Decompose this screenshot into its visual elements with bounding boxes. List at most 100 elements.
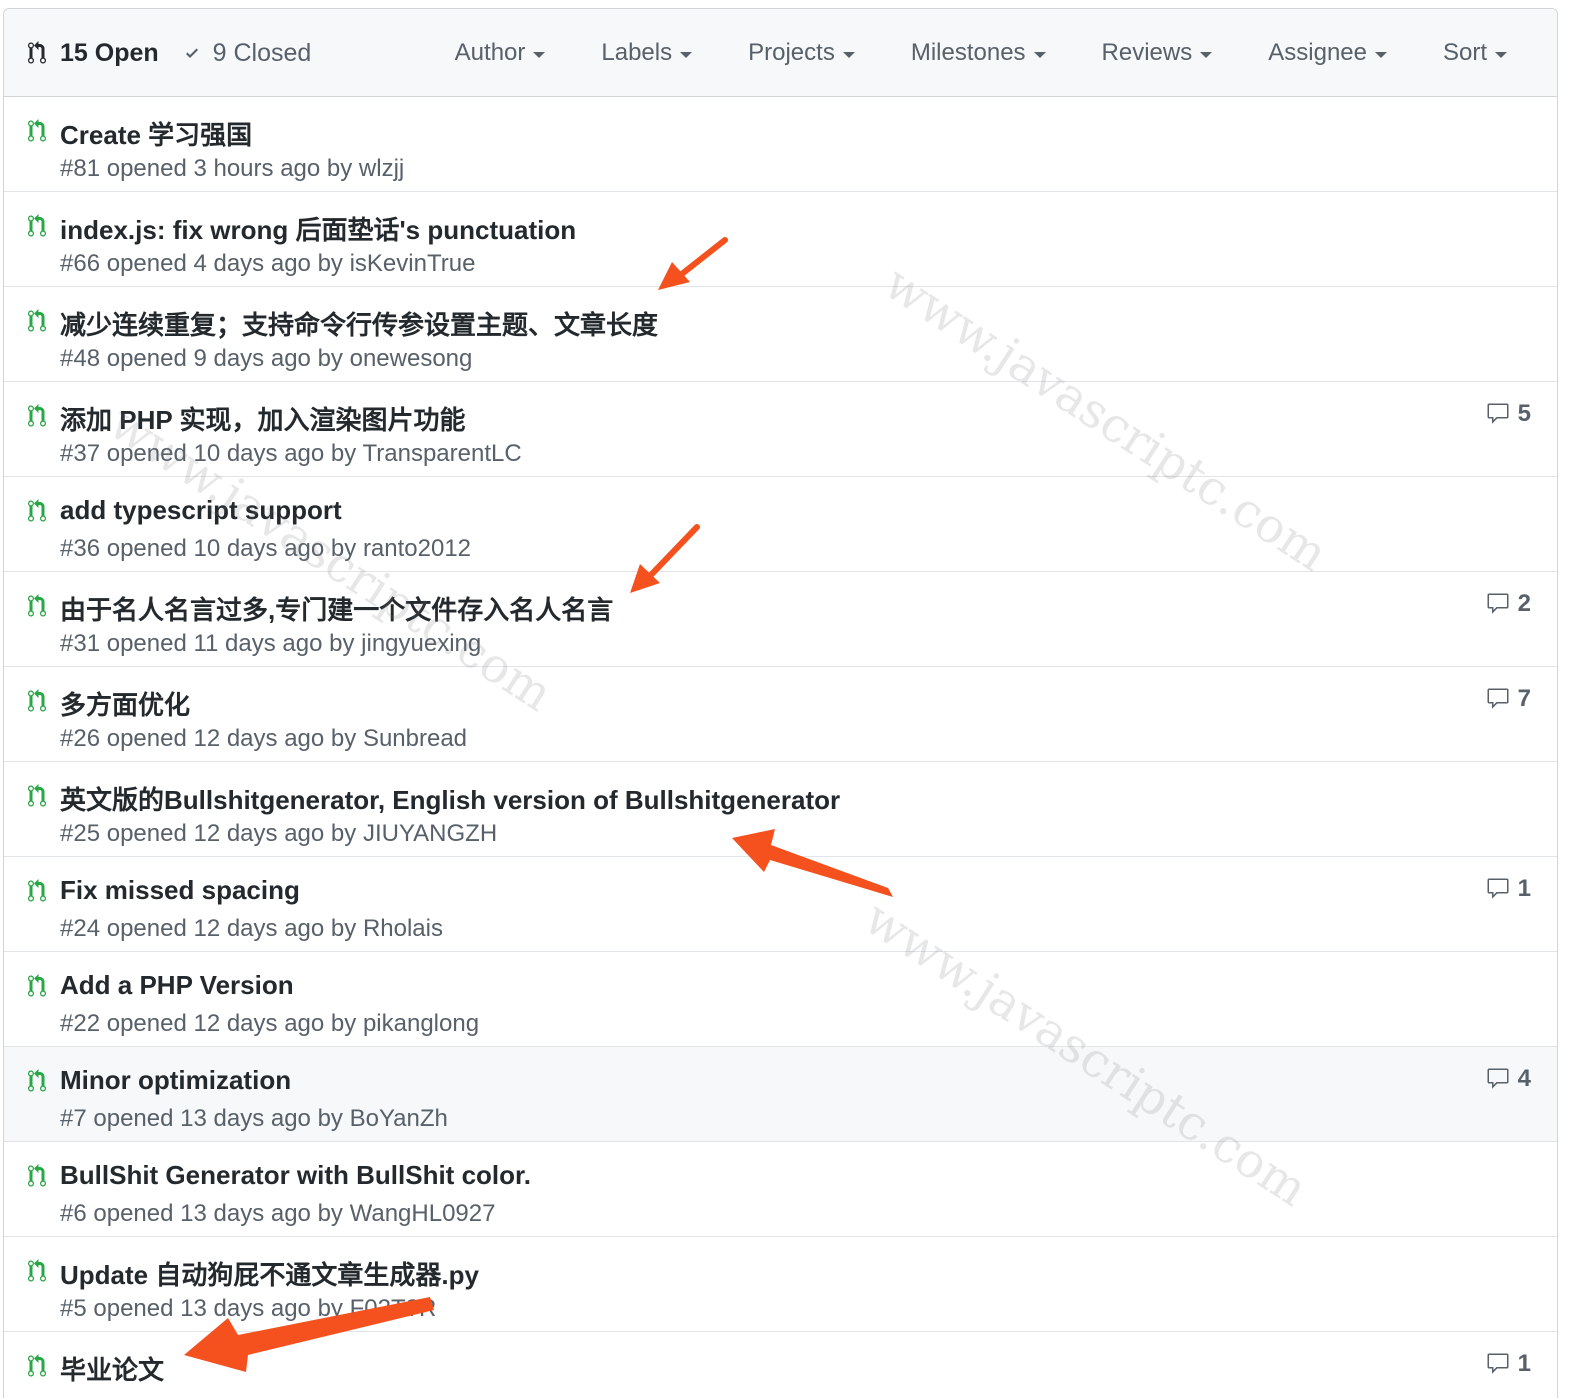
pull-request-number: #81 (60, 155, 101, 182)
pull-request-number: #24 (60, 915, 101, 942)
pull-request-author[interactable]: WangHL0927 (350, 1200, 496, 1227)
pull-request-number: #5 (60, 1295, 87, 1322)
comment-icon (1487, 593, 1509, 614)
git-pull-request-icon (28, 119, 46, 142)
check-icon (185, 48, 198, 58)
projects-filter[interactable]: Projects (748, 39, 855, 67)
milestones-filter[interactable]: Milestones (911, 39, 1046, 67)
pull-request-title[interactable]: 由于名人名言过多,专门建一个文件存入名人名言 (60, 590, 613, 627)
comments-link[interactable]: 5 (1486, 400, 1531, 428)
pull-request-meta: #22 opened 12 days ago by pikanglong (60, 1010, 479, 1038)
pull-request-title[interactable]: 英文版的Bullshitgenerator, English version o… (60, 780, 840, 817)
pull-request-title[interactable]: 添加 PHP 实现，加入渲染图片功能 (60, 400, 465, 437)
closed-pulls-link[interactable]: 9 Closed (183, 38, 312, 68)
pull-request-author[interactable]: BoYanZh (350, 1105, 448, 1132)
pull-request-meta: #36 opened 10 days ago by ranto2012 (60, 535, 471, 563)
pull-request-author[interactable]: jingyuexing (361, 630, 481, 657)
pull-request-opened: opened 4 days ago by (106, 250, 343, 277)
pull-request-author[interactable]: wlzjj (359, 155, 404, 182)
pull-request-title[interactable]: Minor optimization (60, 1065, 291, 1096)
pull-request-row[interactable]: BullShit Generator with BullShit color. #… (4, 1142, 1557, 1237)
pull-request-row[interactable]: Add a PHP Version #22 opened 12 days ago … (4, 952, 1557, 1047)
pull-request-row[interactable]: index.js: fix wrong 后面垫话's punctuation #6… (4, 192, 1557, 287)
reviews-filter[interactable]: Reviews (1102, 39, 1213, 67)
labels-filter[interactable]: Labels (601, 39, 693, 67)
sort-filter[interactable]: Sort (1443, 39, 1507, 67)
caret-down-icon (842, 51, 855, 58)
git-pull-request-icon (28, 1259, 46, 1282)
pull-request-title[interactable]: Create 学习强国 (60, 115, 252, 152)
comment-icon (1487, 1353, 1509, 1374)
pull-request-number: #36 (60, 535, 101, 562)
comments-link[interactable]: 1 (1486, 1350, 1531, 1378)
pull-request-author[interactable]: isKevinTrue (350, 250, 476, 277)
pull-request-row[interactable]: 毕业论文 1 (4, 1332, 1557, 1398)
pull-request-author[interactable]: F02T?R (350, 1295, 437, 1322)
comment-icon (1487, 688, 1509, 709)
pull-request-meta: #7 opened 13 days ago by BoYanZh (60, 1105, 448, 1133)
pull-request-author[interactable]: onewesong (350, 345, 473, 372)
list-header: 15 Open 9 Closed Author Labels Projects … (4, 9, 1557, 97)
pull-request-row[interactable]: 添加 PHP 实现，加入渲染图片功能 #37 opened 10 days ago… (4, 382, 1557, 477)
pull-request-opened: opened 10 days ago by (106, 440, 357, 467)
pull-request-author[interactable]: JIUYANGZH (363, 820, 497, 847)
pull-request-author[interactable]: ranto2012 (363, 535, 471, 562)
pull-request-number: #6 (60, 1200, 87, 1227)
pull-request-meta: #37 opened 10 days ago by TransparentLC (60, 440, 522, 468)
author-filter[interactable]: Author (455, 39, 546, 67)
git-pull-request-icon (28, 1354, 46, 1377)
comment-count: 4 (1517, 1065, 1531, 1092)
comments-link[interactable]: 1 (1486, 875, 1531, 903)
pull-request-number: #48 (60, 345, 101, 372)
git-pull-request-icon (28, 784, 46, 807)
pull-request-author[interactable]: TransparentLC (363, 440, 522, 467)
pull-request-author[interactable]: Rholais (363, 915, 443, 942)
pull-request-author[interactable]: Sunbread (363, 725, 467, 752)
pull-request-author[interactable]: pikanglong (363, 1010, 479, 1037)
comments-link[interactable]: 7 (1486, 685, 1531, 713)
pull-request-opened: opened 13 days ago by (93, 1200, 343, 1227)
pull-request-title[interactable]: BullShit Generator with BullShit color. (60, 1160, 531, 1191)
pull-request-title[interactable]: index.js: fix wrong 后面垫话's punctuation (60, 210, 576, 247)
open-pulls-link[interactable]: 15 Open (26, 39, 159, 68)
pull-request-opened: opened 10 days ago by (106, 535, 357, 562)
pull-request-number: #31 (60, 630, 101, 657)
pull-request-row[interactable]: 由于名人名言过多,专门建一个文件存入名人名言 #31 opened 11 days… (4, 572, 1557, 667)
comments-link[interactable]: 4 (1486, 1065, 1531, 1093)
pull-request-row[interactable]: 减少连续重复；支持命令行传参设置主题、文章长度 #48 opened 9 days… (4, 287, 1557, 382)
pull-request-row[interactable]: 多方面优化 #26 opened 12 days ago by Sunbread 7 (4, 667, 1557, 762)
caret-down-icon (680, 51, 693, 58)
caret-down-icon (1374, 51, 1387, 58)
pull-request-meta: #48 opened 9 days ago by onewesong (60, 345, 472, 373)
pull-request-opened: opened 3 hours ago by (106, 155, 353, 182)
git-pull-request-icon (28, 974, 46, 997)
pull-request-title[interactable]: Add a PHP Version (60, 970, 294, 1001)
state-toggle: 15 Open 9 Closed (26, 9, 311, 97)
comment-icon (1487, 878, 1509, 899)
pull-request-title[interactable]: 毕业论文 (60, 1350, 164, 1387)
pull-request-opened: opened 13 days ago by (93, 1105, 343, 1132)
comments-link[interactable]: 2 (1486, 590, 1531, 618)
pull-request-meta: #81 opened 3 hours ago by wlzjj (60, 155, 404, 183)
pull-request-row[interactable]: Update 自动狗屁不通文章生成器.py #5 opened 13 days a… (4, 1237, 1557, 1332)
pull-request-title[interactable]: add typescript support (60, 495, 342, 526)
assignee-filter[interactable]: Assignee (1268, 39, 1387, 67)
pull-request-opened: opened 12 days ago by (106, 725, 357, 752)
closed-count-label: 9 Closed (212, 38, 312, 67)
pull-request-number: #25 (60, 820, 101, 847)
open-count-label: 15 Open (60, 38, 159, 67)
pull-request-title[interactable]: Fix missed spacing (60, 875, 300, 906)
pull-request-title[interactable]: 减少连续重复；支持命令行传参设置主题、文章长度 (60, 305, 658, 342)
pull-request-title[interactable]: 多方面优化 (60, 685, 190, 722)
pull-request-list: 15 Open 9 Closed Author Labels Projects … (3, 8, 1558, 1398)
pull-request-number: #37 (60, 440, 101, 467)
pull-request-row[interactable]: Create 学习强国 #81 opened 3 hours ago by wlz… (4, 97, 1557, 192)
caret-down-icon (1200, 51, 1213, 58)
pull-request-row[interactable]: Fix missed spacing #24 opened 12 days ago… (4, 857, 1557, 952)
pull-request-row[interactable]: add typescript support #36 opened 10 days… (4, 477, 1557, 572)
pull-request-row[interactable]: Minor optimization #7 opened 13 days ago … (4, 1047, 1557, 1142)
git-pull-request-icon (28, 1164, 46, 1187)
pull-request-row[interactable]: 英文版的Bullshitgenerator, English version o… (4, 762, 1557, 857)
comment-count: 7 (1517, 685, 1531, 712)
pull-request-title[interactable]: Update 自动狗屁不通文章生成器.py (60, 1255, 479, 1292)
